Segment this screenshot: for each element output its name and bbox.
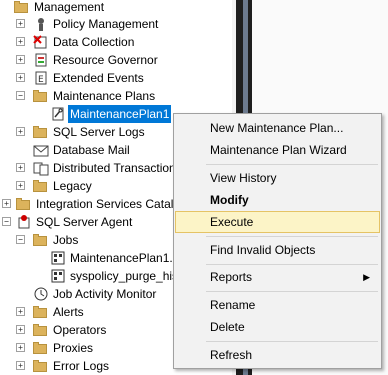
tree-label: Error Logs bbox=[53, 359, 110, 373]
expand-icon[interactable]: + bbox=[16, 127, 25, 136]
folder-icon bbox=[16, 196, 32, 212]
database-mail-icon bbox=[33, 142, 49, 158]
menu-item-rename[interactable]: Rename bbox=[175, 294, 380, 316]
menu-item-label: Reports bbox=[210, 270, 253, 284]
menu-separator bbox=[206, 341, 378, 342]
expand-icon[interactable]: + bbox=[16, 181, 25, 190]
expand-icon[interactable]: + bbox=[16, 163, 25, 172]
menu-item-delete[interactable]: Delete bbox=[175, 316, 380, 338]
collapse-icon[interactable]: − bbox=[2, 217, 11, 226]
menu-separator bbox=[206, 291, 378, 292]
expand-icon[interactable]: + bbox=[16, 19, 25, 28]
sql-server-agent-icon bbox=[16, 214, 32, 230]
menu-item-refresh[interactable]: Refresh bbox=[175, 344, 380, 366]
tree-label: Proxies bbox=[53, 341, 94, 355]
tree-label-selected: MaintenancePlan1 bbox=[68, 105, 172, 123]
tree-label: Operators bbox=[53, 323, 107, 337]
tree-label: Database Mail bbox=[53, 143, 130, 157]
tree-label: Management bbox=[34, 0, 105, 14]
expand-icon[interactable]: + bbox=[16, 307, 25, 316]
tree-label: Jobs bbox=[53, 233, 79, 247]
context-menu: New Maintenance Plan... Maintenance Plan… bbox=[173, 113, 382, 369]
menu-item-execute[interactable]: Execute bbox=[175, 211, 380, 233]
collapse-icon[interactable]: − bbox=[16, 235, 25, 244]
menu-separator bbox=[206, 264, 378, 265]
data-collection-icon bbox=[33, 34, 49, 50]
tree-label: Resource Governor bbox=[53, 53, 158, 67]
menu-item-reports[interactable]: Reports ▶ bbox=[175, 266, 380, 288]
resource-governor-icon bbox=[33, 52, 49, 68]
tree-label: Policy Management bbox=[53, 17, 159, 31]
expand-icon[interactable]: + bbox=[16, 343, 25, 352]
tree-label: MaintenancePlan1.S bbox=[70, 251, 181, 265]
menu-item-maintenance-plan-wizard[interactable]: Maintenance Plan Wizard bbox=[175, 139, 380, 161]
tree-label: syspolicy_purge_his bbox=[70, 269, 179, 283]
expand-icon[interactable]: + bbox=[2, 199, 11, 208]
folder-icon bbox=[14, 0, 30, 15]
menu-item-modify[interactable]: Modify bbox=[175, 189, 380, 211]
tree-label: Alerts bbox=[53, 305, 84, 319]
menu-item-find-invalid-objects[interactable]: Find Invalid Objects bbox=[175, 239, 380, 261]
tree-label: SQL Server Logs bbox=[53, 125, 145, 139]
folder-icon bbox=[33, 178, 49, 194]
tree-label: Integration Services Catalog bbox=[36, 197, 187, 211]
expand-icon[interactable]: + bbox=[16, 325, 25, 334]
expand-icon[interactable]: + bbox=[16, 55, 25, 64]
menu-separator bbox=[206, 164, 378, 165]
folder-icon bbox=[33, 322, 49, 338]
tree-label: Job Activity Monitor bbox=[53, 287, 157, 301]
tree-label: Maintenance Plans bbox=[53, 89, 156, 103]
expand-icon[interactable]: + bbox=[16, 361, 25, 370]
policy-icon bbox=[33, 16, 49, 32]
job-icon bbox=[50, 268, 66, 284]
folder-icon bbox=[33, 340, 49, 356]
folder-icon bbox=[33, 358, 49, 374]
extended-events-icon: E bbox=[33, 70, 49, 86]
menu-separator bbox=[206, 236, 378, 237]
tree-label: SQL Server Agent bbox=[36, 215, 133, 229]
menu-item-view-history[interactable]: View History bbox=[175, 167, 380, 189]
maintenance-plan-icon bbox=[50, 106, 66, 122]
tree-label: Extended Events bbox=[53, 71, 144, 85]
collapse-icon[interactable]: − bbox=[16, 91, 25, 100]
folder-icon bbox=[33, 124, 49, 140]
svg-text:E: E bbox=[38, 75, 44, 85]
folder-icon bbox=[33, 232, 49, 248]
tree-label: Distributed Transaction bbox=[53, 161, 176, 175]
expand-icon[interactable]: + bbox=[16, 73, 25, 82]
expand-icon[interactable]: + bbox=[16, 37, 25, 46]
tree-label: Data Collection bbox=[53, 35, 135, 49]
folder-icon bbox=[33, 88, 49, 104]
submenu-arrow-icon: ▶ bbox=[363, 272, 370, 282]
menu-item-new-maintenance-plan[interactable]: New Maintenance Plan... bbox=[175, 117, 380, 139]
distributed-transaction-icon bbox=[33, 160, 49, 176]
folder-icon bbox=[33, 304, 49, 320]
job-icon bbox=[50, 250, 66, 266]
tree-label: Legacy bbox=[53, 179, 92, 193]
job-activity-monitor-icon bbox=[33, 286, 49, 302]
